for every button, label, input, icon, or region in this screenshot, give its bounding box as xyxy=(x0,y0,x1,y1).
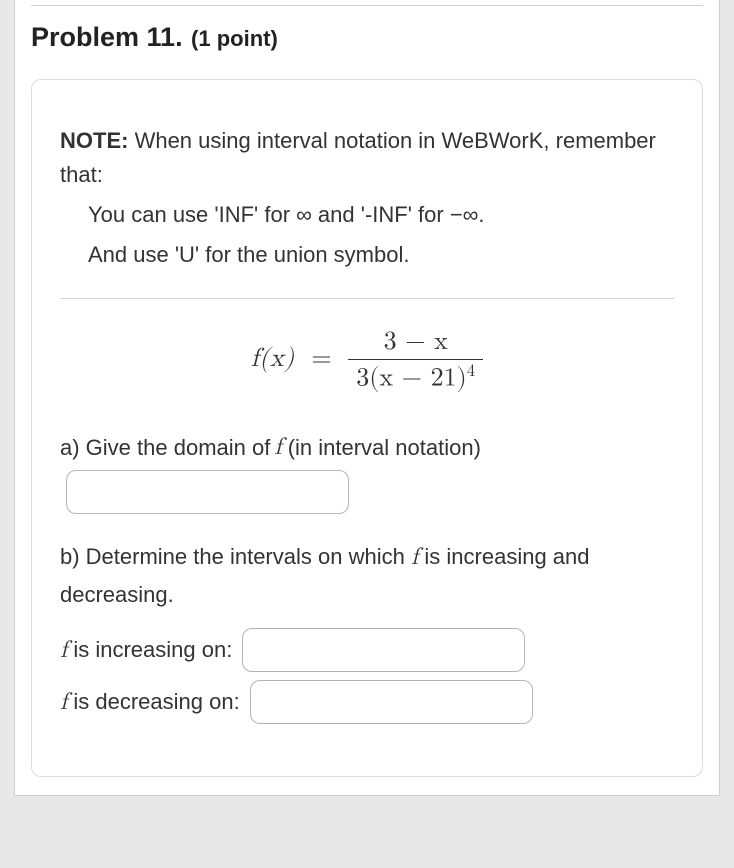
part-a-post: (in interval notation) xyxy=(288,430,481,465)
note-block: NOTE: When using interval notation in We… xyxy=(60,124,674,272)
note-line-2: You can use 'INF' for ∞ and '-INF' for −… xyxy=(60,198,674,232)
increasing-f: f xyxy=(60,631,67,669)
part-a: a) Give the domain of f (in interval not… xyxy=(60,428,674,514)
note-line-1-text: When using interval notation in WeBWorK,… xyxy=(60,128,656,187)
note-label: NOTE: xyxy=(60,128,128,153)
equation-fraction: 3 − x 3(x − 21)4 xyxy=(348,329,483,392)
part-a-f: f xyxy=(274,428,281,466)
problem-points: (1 point) xyxy=(191,26,278,51)
increasing-label: is increasing on: xyxy=(73,632,232,667)
problem-title: Problem 11. xyxy=(31,22,183,52)
problem-card: NOTE: When using interval notation in We… xyxy=(31,79,703,777)
equation-lhs: f(x) xyxy=(251,346,295,372)
equation-equals: = xyxy=(311,346,331,372)
decreasing-label: is decreasing on: xyxy=(73,684,239,719)
problem-header: Problem 11. (1 point) xyxy=(15,14,719,67)
note-line-1: NOTE: When using interval notation in We… xyxy=(60,124,674,192)
decreasing-f: f xyxy=(60,683,67,721)
top-divider xyxy=(31,0,703,6)
part-b-intro: b) Determine the intervals on which f is… xyxy=(60,538,674,612)
part-b-pre: b) Determine the intervals on which xyxy=(60,544,411,569)
function-definition: f(x) = 3 − x 3(x − 21)4 xyxy=(60,329,674,392)
increasing-input[interactable] xyxy=(242,628,525,672)
equation-numerator: 3 − x xyxy=(348,329,483,359)
section-divider xyxy=(60,298,674,299)
part-a-pre: a) Give the domain of xyxy=(60,430,270,465)
equation-denominator: 3(x − 21)4 xyxy=(348,359,483,392)
domain-input[interactable] xyxy=(66,470,349,514)
part-b-increasing: f is increasing on: xyxy=(60,628,674,672)
part-b-decreasing: f is decreasing on: xyxy=(60,680,674,724)
note-line-3: And use 'U' for the union symbol. xyxy=(60,238,674,272)
problem-container: Problem 11. (1 point) NOTE: When using i… xyxy=(14,0,720,796)
decreasing-input[interactable] xyxy=(250,680,533,724)
